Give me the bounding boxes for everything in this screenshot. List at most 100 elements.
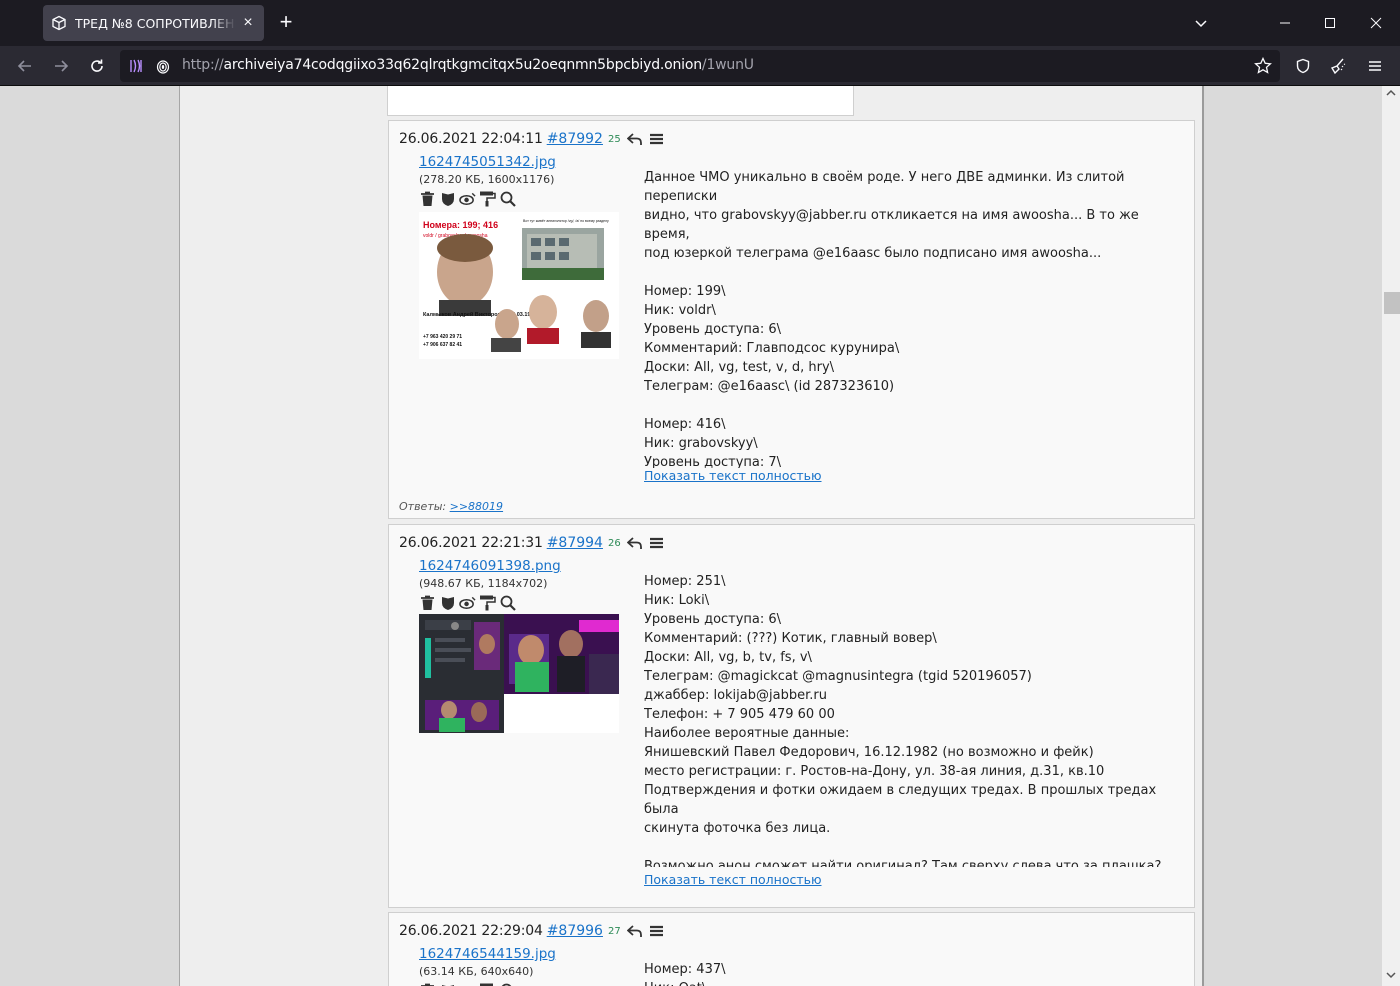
broom-icon	[1330, 58, 1346, 75]
eye-icon[interactable]	[459, 594, 476, 611]
post-header: 26.06.2021 22:21:31 #87994 26	[399, 535, 664, 551]
show-full-text-link[interactable]: Показать текст полностью	[644, 468, 822, 483]
post-date: 26.06.2021 22:21:31	[399, 535, 543, 551]
show-full-text-link[interactable]: Показать текст полностью	[644, 872, 822, 887]
cube-icon	[51, 15, 67, 31]
reply-icon[interactable]	[626, 924, 643, 938]
arrow-right-icon	[55, 60, 69, 72]
minimize-icon	[1280, 22, 1290, 24]
post-number-link[interactable]: #87994	[547, 535, 603, 551]
arrow-left-icon	[17, 60, 31, 72]
post-image-thumbnail[interactable]: Номера: 199; 416 voldr / grabovskyy / aw…	[419, 212, 619, 359]
shield-icon	[1296, 58, 1310, 74]
post-date: 26.06.2021 22:04:11	[399, 131, 543, 147]
post-index: 27	[607, 925, 621, 937]
file-link[interactable]: 1624746544159.jpg	[419, 946, 556, 962]
page-left-margin	[0, 86, 180, 986]
bookmark-star-icon[interactable]	[1254, 56, 1272, 80]
page-scrollbar[interactable]	[1382, 86, 1400, 986]
post-87994: 26.06.2021 22:21:31 #87994 26 1624746091…	[388, 524, 1195, 908]
new-tab-button[interactable]: +	[274, 11, 298, 35]
post-body: Номер: 251\ Ник: Loki\ Уровень доступа: …	[644, 574, 1162, 867]
file-meta: (948.67 КБ, 1184x702)	[419, 577, 548, 590]
url-bar[interactable]: http://archiveiya74codqgiixo33q62qlrqtkg…	[120, 50, 1280, 82]
post-87992: 26.06.2021 22:04:11 #87992 25 1624745051…	[388, 120, 1195, 519]
search-icon[interactable]	[499, 594, 516, 611]
thumb-name: Калмыков Андрей Викторович 04.03.1996	[423, 311, 537, 318]
trash-icon[interactable]	[419, 594, 436, 611]
post-header: 26.06.2021 22:04:11 #87992 25	[399, 131, 664, 147]
shield-icon[interactable]	[439, 594, 456, 611]
post-number-link[interactable]: #87992	[547, 131, 603, 147]
paint-roller-icon[interactable]	[479, 982, 496, 986]
replies-label: Ответы:	[399, 500, 447, 513]
onion-circuit-icon[interactable]	[128, 58, 144, 79]
nav-toolbar: http://archiveiya74codqgiixo33q62qlrqtkg…	[0, 46, 1400, 86]
file-tools	[419, 982, 516, 986]
reload-button[interactable]	[83, 52, 111, 80]
post-header: 26.06.2021 22:29:04 #87996 27	[399, 923, 664, 939]
onion-icon[interactable]	[155, 58, 171, 79]
shield-button[interactable]	[1289, 52, 1317, 80]
shield-icon[interactable]	[439, 190, 456, 207]
list-all-tabs-button[interactable]	[1178, 0, 1224, 46]
post-body: Данное ЧМО уникально в своём роде. У нег…	[644, 170, 1139, 468]
file-link[interactable]: 1624746091398.png	[419, 558, 561, 574]
post-87996: 26.06.2021 22:29:04 #87996 27 1624746544…	[388, 912, 1195, 986]
search-icon[interactable]	[499, 190, 516, 207]
paint-roller-icon[interactable]	[479, 190, 496, 207]
reload-icon	[91, 59, 103, 72]
thumb-phone-1: +7 963 420 29 71	[423, 334, 462, 340]
trash-icon[interactable]	[419, 982, 436, 986]
url-host: archiveiya74codqgiixo33q62qlrqtkgmcitqx5…	[223, 57, 703, 73]
eye-icon[interactable]	[459, 982, 476, 986]
page-right-margin	[1206, 86, 1382, 986]
previous-post-fragment	[387, 86, 854, 116]
hamburger-menu-icon	[1369, 61, 1381, 71]
paint-roller-icon[interactable]	[479, 594, 496, 611]
file-tools	[419, 594, 516, 611]
maximize-button[interactable]	[1307, 0, 1353, 46]
forward-button[interactable]	[47, 52, 75, 80]
url-scheme: http://	[182, 57, 224, 73]
post-image-thumbnail[interactable]	[419, 614, 619, 733]
reply-link-88019[interactable]: >>88019	[450, 500, 503, 513]
file-link[interactable]: 1624745051342.jpg	[419, 154, 556, 170]
file-meta: (63.14 КБ, 640x640)	[419, 965, 534, 978]
thumb-phone-2: +7 906 637 82 41	[423, 342, 462, 348]
post-date: 26.06.2021 22:29:04	[399, 923, 543, 939]
shield-icon[interactable]	[439, 982, 456, 986]
scroll-down-icon[interactable]	[1382, 970, 1400, 984]
close-window-button[interactable]	[1353, 0, 1399, 46]
post-menu-icon[interactable]	[649, 133, 664, 145]
post-menu-icon[interactable]	[649, 925, 664, 937]
app-menu-button[interactable]	[1361, 52, 1389, 80]
close-icon	[1370, 17, 1382, 29]
thumb-label-numbers: Номера: 199; 416	[423, 220, 498, 230]
search-icon[interactable]	[499, 982, 516, 986]
tab-title: ТРЕД №8 СОПРОТИВЛЕНИЕ21	[75, 15, 236, 31]
reply-icon[interactable]	[626, 536, 643, 550]
page-viewport: 26.06.2021 22:04:11 #87992 25 1624745051…	[0, 86, 1400, 986]
post-index: 25	[607, 133, 621, 145]
scrollbar-thumb[interactable]	[1384, 292, 1400, 314]
post-replies: Ответы: >>88019	[399, 500, 503, 513]
reply-icon[interactable]	[626, 132, 643, 146]
tab-active[interactable]: ТРЕД №8 СОПРОТИВЛЕНИЕ21 ×	[43, 5, 264, 41]
post-index: 26	[607, 537, 621, 549]
browser-window: ТРЕД №8 СОПРОТИВЛЕНИЕ21 × +	[0, 0, 1400, 986]
chevron-down-icon	[1195, 20, 1207, 28]
back-button[interactable]	[11, 52, 39, 80]
tab-close-button[interactable]: ×	[240, 14, 256, 31]
post-menu-icon[interactable]	[649, 537, 664, 549]
post-number-link[interactable]: #87996	[547, 923, 603, 939]
eye-icon[interactable]	[459, 190, 476, 207]
minimize-button[interactable]	[1262, 0, 1308, 46]
url-path: /1wunU	[701, 57, 754, 73]
post-body: Номер: 437\ Ник: Oat\	[644, 962, 726, 986]
trash-icon[interactable]	[419, 190, 436, 207]
scroll-up-icon[interactable]	[1382, 88, 1400, 102]
new-identity-button[interactable]	[1324, 52, 1352, 80]
file-tools	[419, 190, 516, 207]
url-text[interactable]: http://archiveiya74codqgiixo33q62qlrqtkg…	[182, 57, 754, 73]
